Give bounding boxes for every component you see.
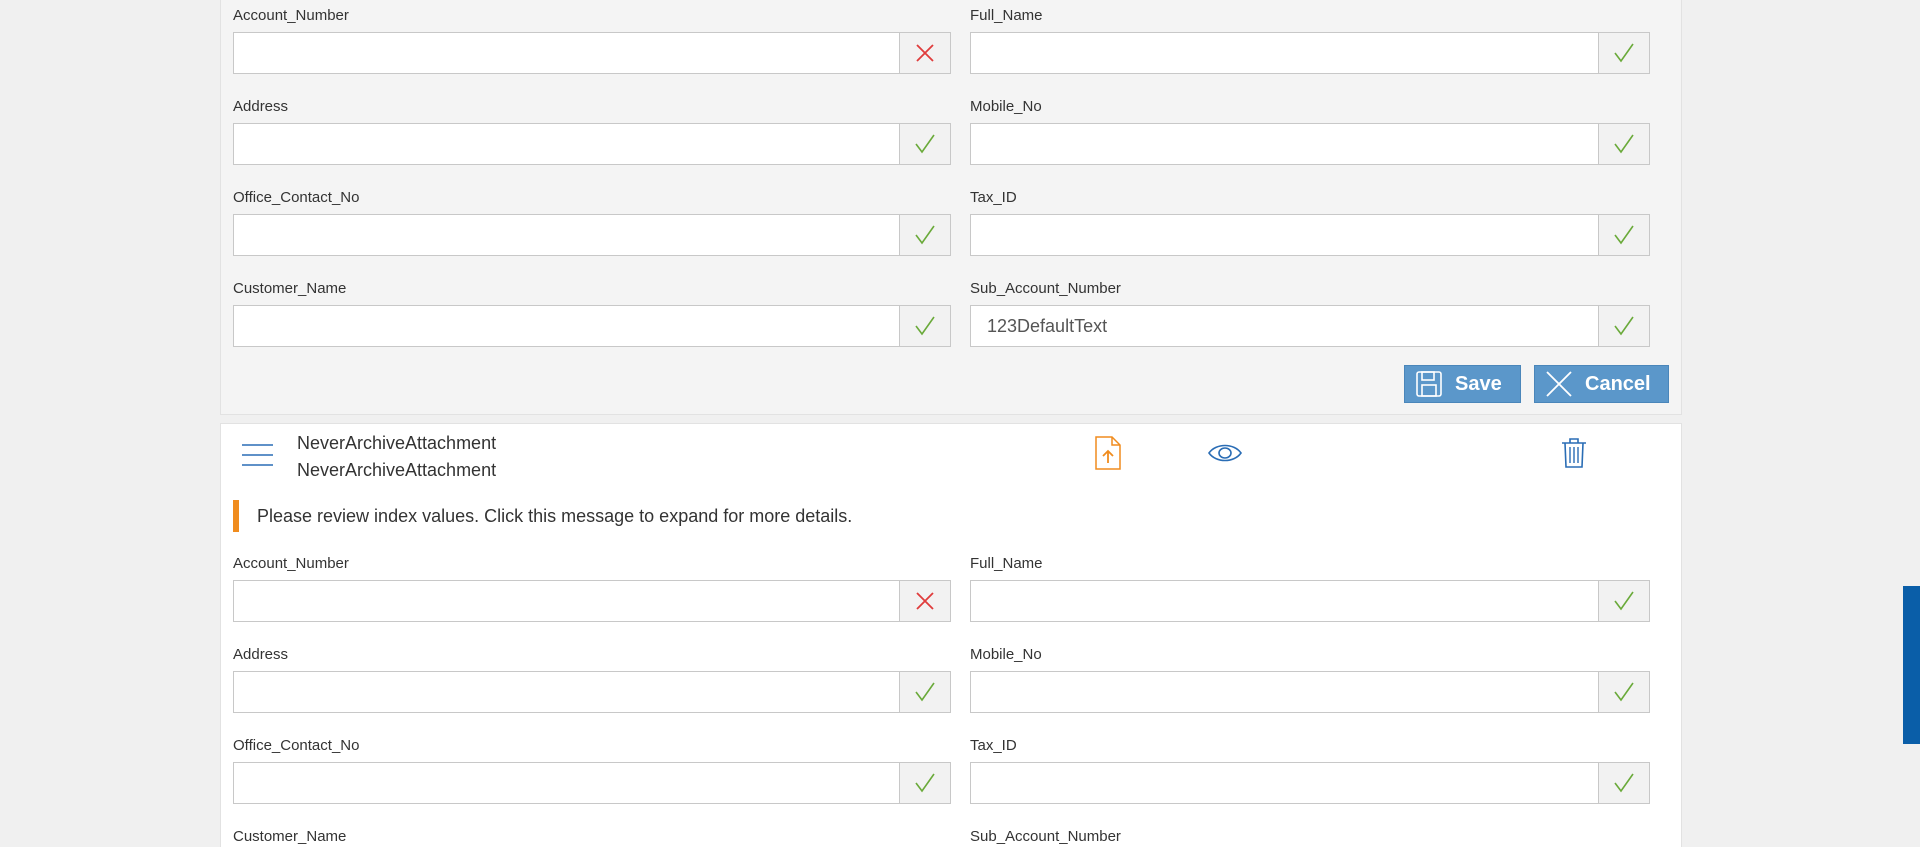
- field-label: Customer_Name: [233, 828, 347, 845]
- field-label: Mobile_No: [970, 646, 1042, 663]
- valid-icon: [1598, 581, 1649, 621]
- valid-icon: [1598, 672, 1649, 712]
- save-icon: [1416, 371, 1442, 397]
- attachment-name: NeverArchiveAttachment: [297, 460, 497, 480]
- account-number-field: [233, 580, 951, 622]
- address-field: [233, 671, 951, 713]
- valid-icon: [899, 763, 950, 803]
- field-label: Office_Contact_No: [233, 189, 360, 206]
- account-number-field: [233, 32, 951, 74]
- field-label: Sub_Account_Number: [970, 280, 1121, 297]
- valid-icon: [1598, 763, 1649, 803]
- field-label: Address: [233, 646, 289, 663]
- attachment-name: NeverArchiveAttachment: [297, 433, 497, 453]
- close-icon: [1546, 371, 1572, 397]
- cancel-label: Cancel: [1585, 372, 1651, 395]
- mobile-no-field: [970, 123, 1650, 165]
- tax-id-input[interactable]: [971, 763, 1598, 803]
- review-message[interactable]: Please review index values. Click this m…: [233, 500, 852, 532]
- account-number-input[interactable]: [234, 581, 899, 621]
- field-label: Full_Name: [970, 555, 1043, 572]
- tax-id-input[interactable]: [971, 215, 1598, 255]
- invalid-icon: [899, 33, 950, 73]
- office-contact-no-input[interactable]: [234, 215, 899, 255]
- field-label: Customer_Name: [233, 280, 347, 297]
- field-label: Account_Number: [233, 7, 349, 24]
- trash-icon[interactable]: [1560, 437, 1588, 474]
- mobile-no-input[interactable]: [971, 124, 1598, 164]
- account-number-input[interactable]: [234, 33, 899, 73]
- field-label: Mobile_No: [970, 98, 1042, 115]
- field-label: Office_Contact_No: [233, 737, 360, 754]
- field-label: Full_Name: [970, 7, 1043, 24]
- page: Account_Number Full_Name Address Mobile_…: [0, 0, 1920, 847]
- cancel-button[interactable]: Cancel: [1534, 365, 1669, 403]
- customer-name-input[interactable]: [234, 306, 899, 346]
- tax-id-field: [970, 762, 1650, 804]
- invalid-icon: [899, 581, 950, 621]
- tax-id-field: [970, 214, 1650, 256]
- eye-icon[interactable]: [1208, 443, 1242, 468]
- mobile-no-field: [970, 671, 1650, 713]
- valid-icon: [899, 306, 950, 346]
- valid-icon: [1598, 306, 1649, 346]
- menu-icon[interactable]: [241, 443, 274, 472]
- full-name-field: [970, 580, 1650, 622]
- address-field: [233, 123, 951, 165]
- sub-account-number-input[interactable]: [971, 306, 1598, 346]
- field-label: Account_Number: [233, 555, 349, 572]
- review-message-text: Please review index values. Click this m…: [257, 505, 853, 526]
- field-label: Address: [233, 98, 289, 115]
- field-label: Tax_ID: [970, 189, 1017, 206]
- field-label: Tax_ID: [970, 737, 1017, 754]
- address-input[interactable]: [234, 124, 899, 164]
- save-label: Save: [1455, 372, 1502, 395]
- office-contact-no-field: [233, 762, 951, 804]
- customer-name-field: [233, 305, 951, 347]
- scrollbar-thumb[interactable]: [1903, 586, 1920, 744]
- field-label: Sub_Account_Number: [970, 828, 1121, 845]
- valid-icon: [899, 215, 950, 255]
- full-name-field: [970, 32, 1650, 74]
- office-contact-no-input[interactable]: [234, 763, 899, 803]
- upload-file-icon[interactable]: [1094, 435, 1122, 476]
- valid-icon: [1598, 215, 1649, 255]
- valid-icon: [1598, 33, 1649, 73]
- valid-icon: [1598, 124, 1649, 164]
- save-button[interactable]: Save: [1404, 365, 1521, 403]
- address-input[interactable]: [234, 672, 899, 712]
- full-name-input[interactable]: [971, 581, 1598, 621]
- mobile-no-input[interactable]: [971, 672, 1598, 712]
- valid-icon: [899, 672, 950, 712]
- valid-icon: [899, 124, 950, 164]
- sub-account-number-field: [970, 305, 1650, 347]
- warning-bar: [233, 500, 239, 532]
- office-contact-no-field: [233, 214, 951, 256]
- full-name-input[interactable]: [971, 33, 1598, 73]
